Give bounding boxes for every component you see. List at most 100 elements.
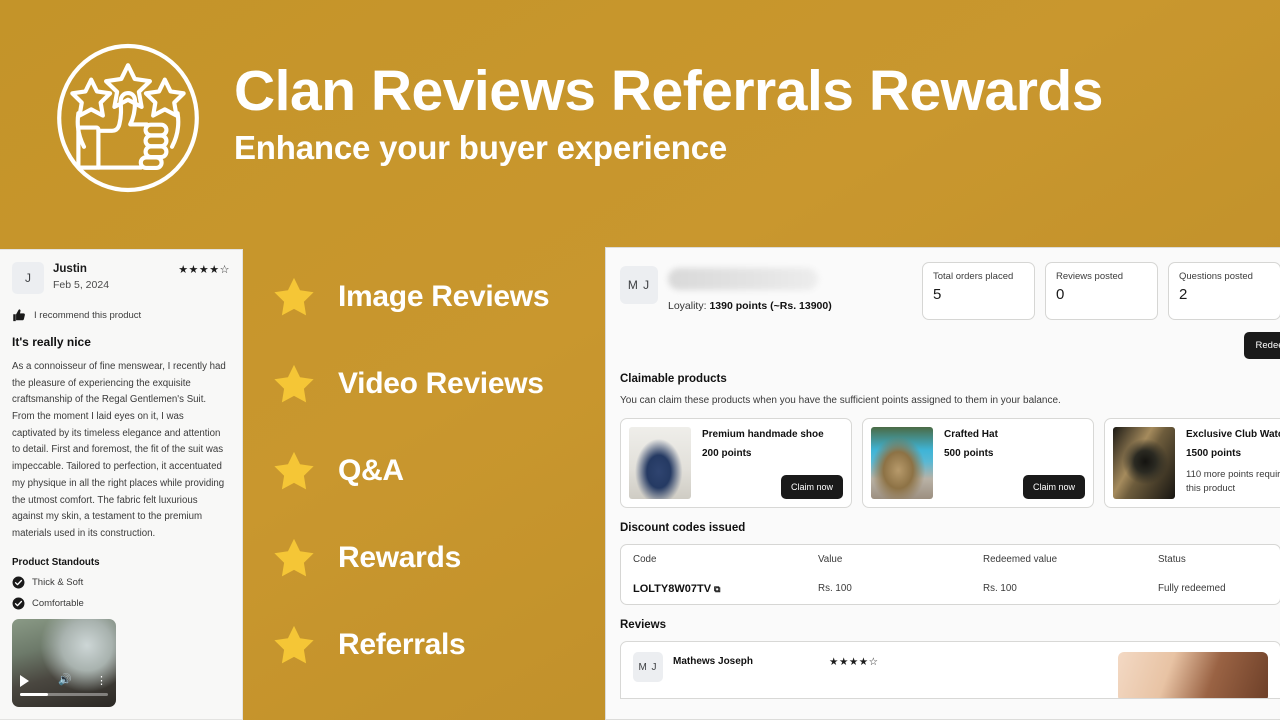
column-header-value: Value [818, 554, 843, 565]
stat-card-reviews-posted: Reviews posted 0 [1045, 262, 1158, 320]
review-photo-thumbnail[interactable] [125, 619, 229, 707]
customer-name-redacted [668, 268, 818, 290]
stat-label: Reviews posted [1056, 271, 1124, 282]
review-video-thumbnail[interactable]: 🔊 ⋮ [12, 618, 116, 707]
star-icon [274, 451, 314, 489]
claim-now-button[interactable]: Claim now [780, 475, 843, 499]
copy-icon[interactable]: ⧉ [714, 584, 720, 594]
stars-thumbs-up-circle-icon [48, 38, 208, 198]
rating-stars: ★★★★☆ [178, 264, 230, 276]
column-header-redeemed-value: Redeemed value [983, 554, 1058, 565]
star-icon [274, 625, 314, 663]
dashboard-review-row: M J Mathews Joseph ★★★★☆ [620, 641, 1280, 699]
check-circle-icon [12, 576, 25, 589]
feature-item: Video Reviews [272, 340, 612, 427]
page-subtitle: Enhance your buyer experience [234, 128, 728, 166]
star-icon [274, 538, 314, 576]
speaker-icon[interactable]: 🔊 [58, 674, 72, 686]
watch-thumbnail [1113, 427, 1175, 499]
redeem-row: Redeem loyalty [606, 320, 1280, 359]
redeem-loyalty-button[interactable]: Redeem loyalty [1243, 332, 1280, 359]
standout-label: Thick & Soft [32, 576, 84, 588]
column-header-code: Code [633, 554, 657, 565]
loyalty-label: Loyality: [668, 300, 707, 312]
cell-value: Rs. 100 [818, 583, 852, 594]
feature-list: Image Reviews Video Reviews Q&A Rewards … [272, 243, 612, 720]
product-card[interactable]: Exclusive Club Watch 1500 points 110 mor… [1104, 418, 1280, 508]
review-author: Justin [53, 263, 87, 275]
feature-label: Referrals [338, 627, 466, 661]
review-card: J Justin Feb 5, 2024 ★★★★☆ I recommend t… [0, 249, 243, 720]
stat-label: Total orders placed [933, 271, 1014, 282]
discount-code-text: LOLTY8W07TV [633, 583, 712, 595]
discount-codes-table: Code Value Redeemed value Status LOLTY8W… [620, 544, 1280, 605]
product-points: 200 points [702, 448, 752, 459]
feature-label: Q&A [338, 453, 404, 487]
rating-stars: ★★★★☆ [829, 656, 879, 668]
play-icon[interactable] [20, 674, 29, 687]
feature-label: Rewards [338, 540, 461, 574]
standout-item: Thick & Soft [12, 576, 230, 589]
page-header: Clan Reviews Referrals Rewards Enhance y… [0, 0, 1280, 235]
avatar: M J [620, 266, 658, 304]
product-card[interactable]: Crafted Hat 500 points Claim now [862, 418, 1094, 508]
stat-value: 0 [1056, 286, 1065, 303]
loyalty-dashboard-panel: M J Loyality: 1390 points (~Rs. 13900) T… [605, 247, 1280, 720]
reviews-heading: Reviews [620, 619, 667, 631]
review-header: J Justin Feb 5, 2024 ★★★★☆ [12, 262, 230, 294]
customer-summary: M J Loyality: 1390 points (~Rs. 13900) [620, 262, 832, 320]
star-icon [274, 277, 314, 315]
recommend-row: I recommend this product [12, 308, 230, 323]
stat-card-questions-posted: Questions posted 2 [1168, 262, 1280, 320]
thumbs-up-icon [13, 309, 25, 322]
discount-codes-heading: Discount codes issued [620, 522, 746, 534]
page-title: Clan Reviews Referrals Rewards [234, 59, 1103, 124]
table-row: LOLTY8W07TV ⧉ Rs. 100 Rs. 100 Fully redee… [621, 574, 1280, 604]
feature-item: Image Reviews [272, 253, 612, 340]
dashboard-top-row: M J Loyality: 1390 points (~Rs. 13900) T… [606, 248, 1280, 320]
review-photo-thumbnail[interactable] [1118, 652, 1268, 698]
cell-status: Fully redeemed [1158, 583, 1226, 594]
feature-item: Referrals [272, 601, 612, 688]
shoe-thumbnail [629, 427, 691, 499]
stat-label: Questions posted [1179, 271, 1253, 282]
claimable-products-description: You can claim these products when you ha… [620, 395, 1061, 406]
column-header-status: Status [1158, 554, 1186, 565]
product-points: 1500 points [1186, 448, 1242, 459]
product-name: Exclusive Club Watch [1186, 429, 1280, 440]
review-title: It's really nice [12, 335, 91, 349]
claimable-products-list: Premium handmade shoe 200 points Claim n… [606, 406, 1280, 508]
stat-value: 5 [933, 286, 942, 303]
avatar: M J [633, 652, 663, 682]
check-circle-icon [12, 597, 25, 610]
avatar: J [12, 262, 44, 294]
loyalty-value: 1390 points (~Rs. 13900) [709, 300, 832, 312]
table-header-row: Code Value Redeemed value Status [621, 545, 1280, 574]
claim-now-button[interactable]: Claim now [1022, 475, 1085, 499]
product-name: Premium handmade shoe [702, 429, 824, 440]
stat-card-total-orders: Total orders placed 5 [922, 262, 1035, 320]
stat-cards: Total orders placed 5 Reviews posted 0 Q… [922, 262, 1280, 320]
review-author: Mathews Joseph [673, 656, 754, 667]
standouts-heading: Product Standouts [12, 556, 100, 568]
cell-redeemed-value: Rs. 100 [983, 583, 1017, 594]
stat-value: 2 [1179, 286, 1188, 303]
feature-item: Rewards [272, 514, 612, 601]
feature-label: Video Reviews [338, 366, 544, 400]
video-progress-bar[interactable] [20, 692, 108, 696]
review-date: Feb 5, 2024 [53, 279, 110, 291]
cell-code: LOLTY8W07TV ⧉ [633, 583, 818, 595]
review-media-strip: 🔊 ⋮ [12, 618, 230, 707]
standout-item: Comfortable [12, 597, 230, 610]
standout-label: Comfortable [32, 597, 84, 609]
feature-item: Q&A [272, 427, 612, 514]
feature-label: Image Reviews [338, 279, 550, 313]
star-icon [274, 364, 314, 402]
kebab-menu-icon[interactable]: ⋮ [96, 675, 107, 687]
product-card[interactable]: Premium handmade shoe 200 points Claim n… [620, 418, 852, 508]
product-name: Crafted Hat [944, 429, 998, 440]
recommend-text: I recommend this product [34, 310, 142, 321]
review-body: As a connoisseur of fine menswear, I rec… [12, 361, 226, 539]
hat-thumbnail [871, 427, 933, 499]
claimable-products-heading: Claimable products [620, 373, 727, 385]
